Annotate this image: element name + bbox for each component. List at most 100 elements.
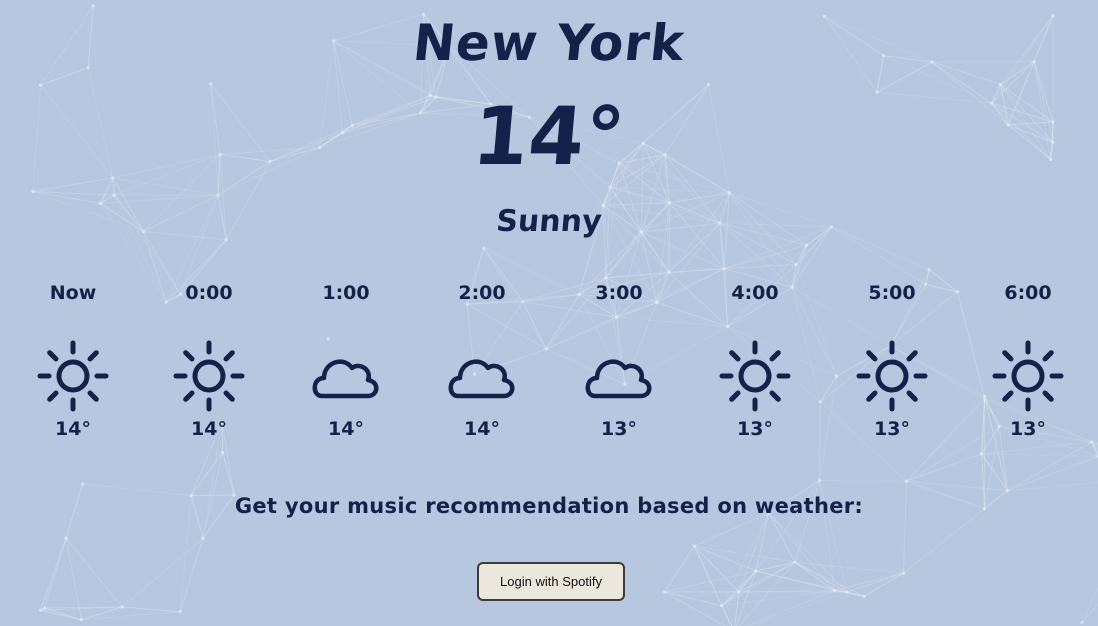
hour-temperature: 14° — [191, 418, 227, 440]
network-node — [1090, 440, 1094, 444]
network-line — [664, 591, 722, 607]
network-line — [906, 453, 982, 482]
network-line — [122, 606, 181, 613]
network-line — [1081, 603, 1098, 623]
current-temperature-block: 14° — [0, 90, 1098, 183]
hour-label: 1:00 — [322, 282, 370, 304]
network-node — [901, 571, 906, 575]
network-node — [79, 618, 83, 622]
network-node — [120, 605, 124, 609]
network-line — [745, 590, 835, 626]
network-node — [662, 590, 666, 594]
hour-temperature: 14° — [328, 418, 364, 440]
sun-icon — [856, 340, 928, 412]
network-node — [706, 83, 711, 87]
network-node — [955, 290, 960, 294]
network-node — [719, 604, 724, 608]
network-node — [998, 82, 1003, 87]
weather-page: New York 14° Sunny Now 14° 0:00 14° 1:00… — [0, 0, 1098, 626]
network-node — [832, 588, 836, 593]
network-line — [738, 561, 796, 593]
hourly-item: 6:00 13° — [973, 280, 1083, 440]
hour-label: 3:00 — [595, 282, 643, 304]
network-node — [862, 594, 866, 598]
network-node — [221, 450, 225, 455]
hour-label: 0:00 — [185, 282, 233, 304]
network-node — [727, 191, 732, 195]
spotify-login-button[interactable]: Login with Spotify — [477, 562, 625, 601]
network-node — [667, 270, 671, 275]
hour-temperature: 13° — [601, 418, 637, 440]
recommendation-prompt: Get your music recommendation based on w… — [234, 494, 864, 518]
network-line — [794, 480, 821, 563]
network-node — [818, 400, 822, 404]
network-node — [692, 544, 696, 548]
hour-label: 4:00 — [731, 282, 779, 304]
network-line — [747, 591, 848, 626]
current-condition: Sunny — [494, 204, 604, 239]
network-node — [794, 263, 798, 267]
network-line — [693, 545, 733, 626]
hourly-item: 5:00 13° — [837, 280, 947, 440]
network-node — [39, 608, 43, 612]
network-node — [608, 185, 612, 189]
network-line — [663, 545, 695, 593]
hour-temperature: 14° — [464, 418, 500, 440]
network-line — [819, 401, 821, 481]
network-node — [1005, 489, 1009, 493]
network-node — [754, 569, 758, 573]
city-name: New York — [410, 14, 688, 72]
network-node — [904, 479, 909, 483]
hourly-item: 2:00 14° — [427, 280, 537, 440]
hour-label: 5:00 — [868, 282, 916, 304]
network-line — [738, 561, 796, 626]
network-line — [846, 572, 904, 593]
hour-temperature: 13° — [737, 418, 773, 440]
network-node — [722, 267, 726, 271]
network-line — [906, 480, 1008, 492]
network-line — [819, 480, 907, 482]
cloud-icon — [446, 340, 518, 412]
sun-icon — [173, 340, 245, 412]
sun-icon — [719, 340, 791, 412]
network-node — [1080, 620, 1084, 624]
network-line — [768, 512, 848, 593]
network-node — [31, 189, 35, 194]
network-node — [737, 590, 741, 594]
network-line — [65, 537, 123, 608]
hourly-item: 3:00 13° — [564, 280, 674, 440]
network-line — [903, 508, 985, 574]
cloud-icon — [583, 340, 655, 412]
network-node — [927, 267, 931, 272]
network-node — [91, 4, 95, 8]
hourly-item: 4:00 13° — [700, 280, 810, 440]
hourly-item: Now 14° — [18, 280, 128, 440]
network-line — [694, 545, 740, 593]
network-node — [43, 606, 47, 610]
network-node — [805, 243, 809, 247]
cloud-icon — [310, 340, 382, 412]
network-line — [121, 537, 204, 608]
hourly-item: 0:00 14° — [154, 280, 264, 440]
sun-icon — [992, 340, 1064, 412]
network-node — [818, 478, 822, 483]
network-node — [39, 83, 43, 87]
network-node — [793, 560, 797, 564]
network-line — [1081, 586, 1098, 623]
hour-temperature: 13° — [1010, 418, 1046, 440]
network-node — [112, 193, 116, 197]
network-node — [604, 276, 608, 280]
hour-temperature: 14° — [55, 418, 91, 440]
network-line — [819, 376, 838, 481]
network-node — [209, 82, 213, 86]
network-node — [64, 536, 68, 540]
network-node — [544, 347, 548, 351]
network-line — [44, 538, 67, 609]
network-node — [81, 482, 85, 486]
hour-temperature: 13° — [874, 418, 910, 440]
hour-label: 6:00 — [1004, 282, 1052, 304]
network-node — [482, 246, 486, 250]
network-node — [845, 590, 849, 594]
current-temperature: 14° — [469, 90, 629, 183]
sun-icon — [37, 340, 109, 412]
